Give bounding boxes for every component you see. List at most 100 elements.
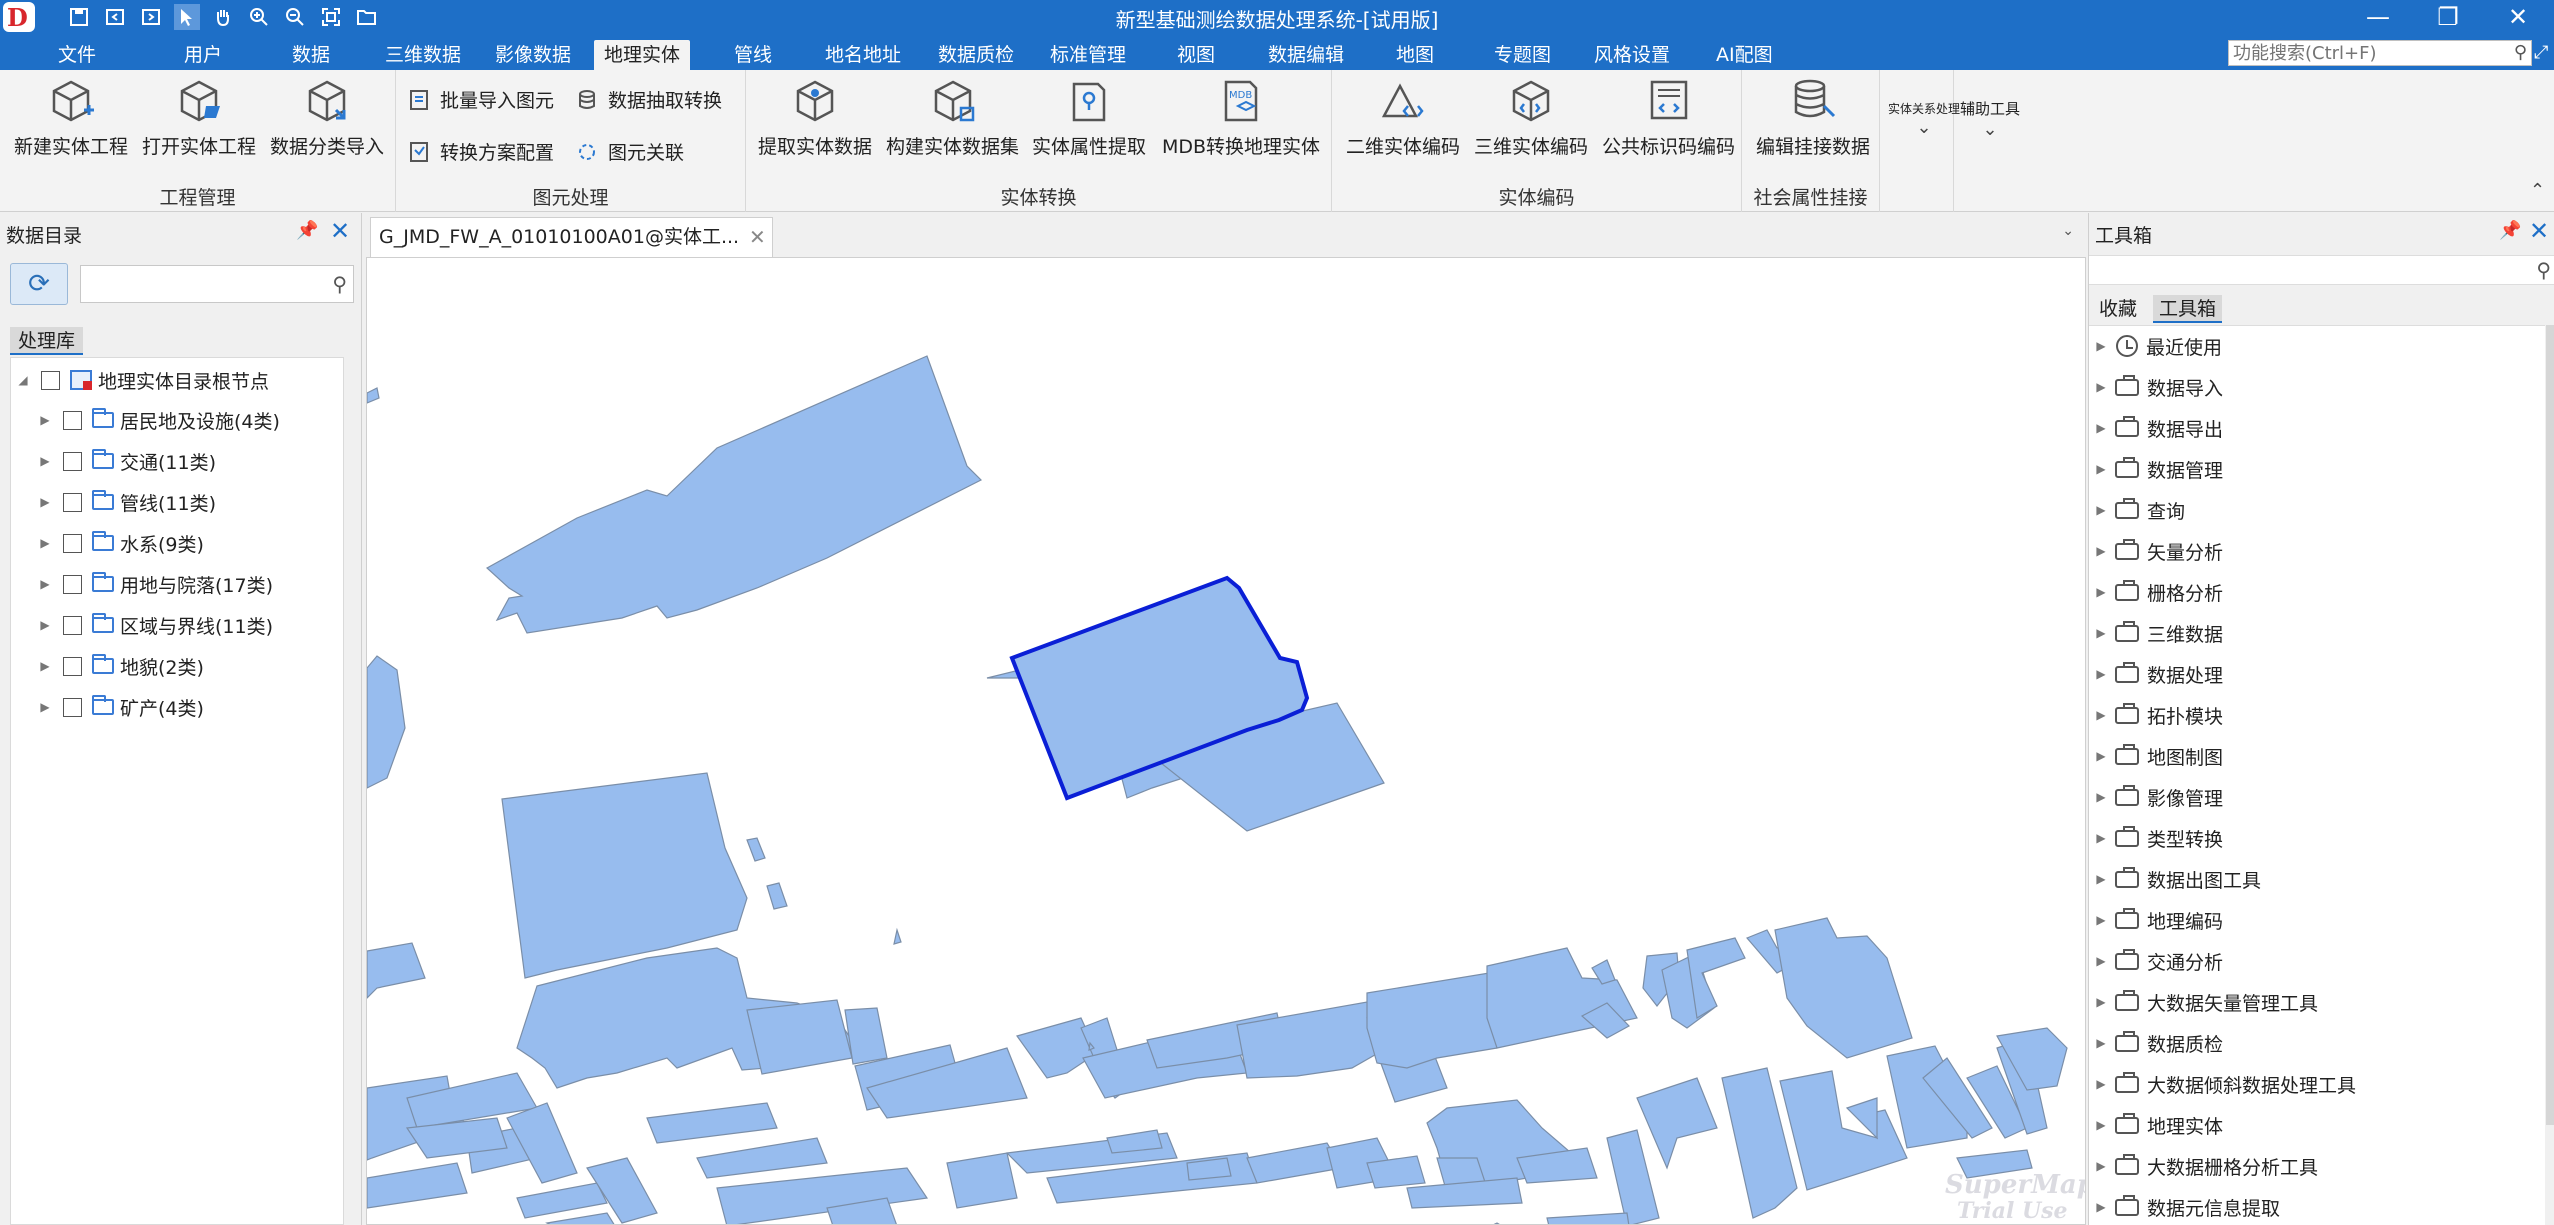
batch-import-button[interactable]: 批量导入图元 — [408, 86, 554, 113]
build-dataset-button[interactable]: 构建实体数据集 — [886, 76, 1019, 159]
checkbox[interactable] — [63, 533, 82, 553]
mdb-convert-button[interactable]: MDB MDB转换地理实体 — [1162, 76, 1320, 159]
toolbox-item[interactable]: ▶ 大数据矢量管理工具 — [2089, 982, 2318, 1022]
code-3d-button[interactable]: 三维实体编码 — [1474, 76, 1588, 159]
expand-arrow-icon[interactable]: ▶ — [2093, 1159, 2109, 1173]
toolbox-search-input[interactable]: ⚲ — [2089, 255, 2554, 285]
expand-arrow-icon[interactable]: ▶ — [2093, 790, 2109, 804]
expand-arrow-icon[interactable]: ◢ — [15, 373, 31, 387]
tab-toolbox[interactable]: 工具箱 — [2153, 295, 2223, 323]
document-tab[interactable]: G_JMD_FW_A_01010100A01@实体工... ✕ — [370, 217, 773, 257]
close-icon[interactable]: ✕ — [330, 217, 350, 245]
map-canvas[interactable]: SuperMap Trial Use — [366, 257, 2086, 1225]
search-icon[interactable]: ⚲ — [2536, 258, 2551, 282]
expand-arrow-icon[interactable]: ▶ — [2093, 995, 2109, 1009]
toolbox-item[interactable]: ▶ 最近使用 — [2089, 326, 2222, 366]
extract-entity-button[interactable]: 提取实体数据 — [758, 76, 872, 159]
expand-arrow-icon[interactable]: ▶ — [2093, 872, 2109, 886]
tab-file[interactable]: 文件 — [48, 40, 106, 70]
catalog-search-input[interactable]: ⚲ — [80, 265, 354, 303]
toolbox-scrollbar[interactable] — [2546, 325, 2554, 1125]
refresh-button[interactable]: ⟳ — [10, 263, 68, 305]
pin-icon[interactable]: 📌 — [2499, 220, 2521, 241]
toolbox-item[interactable]: ▶ 栅格分析 — [2089, 572, 2223, 612]
close-icon[interactable]: ✕ — [2529, 217, 2549, 245]
tree-item[interactable]: ▶ 交通(11类) — [37, 441, 216, 481]
tab-standard-mgmt[interactable]: 标准管理 — [1040, 40, 1136, 70]
expand-arrow-icon[interactable]: ▶ — [37, 536, 53, 550]
pin-icon[interactable]: 📌 — [296, 220, 318, 241]
expand-arrow-icon[interactable]: ▶ — [2093, 1200, 2109, 1214]
element-link-button[interactable]: 图元关联 — [576, 138, 684, 165]
tab-processing-library[interactable]: 处理库 — [10, 327, 84, 355]
expand-arrow-icon[interactable]: ▶ — [37, 618, 53, 632]
toolbox-item[interactable]: ▶ 交通分析 — [2089, 941, 2223, 981]
tab-quality-check[interactable]: 数据质检 — [928, 40, 1024, 70]
expand-arrow-icon[interactable]: ▶ — [2093, 421, 2109, 435]
expand-arrow-icon[interactable]: ▶ — [2093, 1077, 2109, 1091]
edit-attach-button[interactable]: 编辑挂接数据 — [1756, 76, 1870, 159]
toolbox-item[interactable]: ▶ 数据处理 — [2089, 654, 2223, 694]
expand-arrow-icon[interactable]: ▶ — [2093, 954, 2109, 968]
fullscreen-icon[interactable]: ⤢ — [2534, 42, 2548, 63]
tab-data[interactable]: 数据 — [282, 40, 340, 70]
tree-item[interactable]: ▶ 用地与院落(17类) — [37, 564, 273, 604]
tab-place-address[interactable]: 地名地址 — [815, 40, 911, 70]
toolbox-item[interactable]: ▶ 数据导入 — [2089, 367, 2223, 407]
tab-3d-data[interactable]: 三维数据 — [375, 40, 471, 70]
checkbox[interactable] — [63, 697, 82, 717]
expand-arrow-icon[interactable]: ▶ — [2093, 544, 2109, 558]
expand-arrow-icon[interactable]: ▶ — [2093, 708, 2109, 722]
open-project-button[interactable]: 打开实体工程 — [142, 76, 256, 159]
expand-arrow-icon[interactable]: ▶ — [2093, 585, 2109, 599]
toolbox-item[interactable]: ▶ 三维数据 — [2089, 613, 2223, 653]
tree-item[interactable]: ▶ 管线(11类) — [37, 482, 216, 522]
tab-thematic-map[interactable]: 专题图 — [1484, 40, 1561, 70]
toolbox-item[interactable]: ▶ 影像管理 — [2089, 777, 2223, 817]
relation-proc-button[interactable]: 实体关系处理 ⌄ — [1888, 100, 1960, 138]
toolbox-item[interactable]: ▶ 地图制图 — [2089, 736, 2223, 776]
toolbox-item[interactable]: ▶ 数据导出 — [2089, 408, 2223, 448]
tab-map[interactable]: 地图 — [1386, 40, 1444, 70]
checkbox[interactable] — [63, 656, 82, 676]
expand-arrow-icon[interactable]: ▶ — [2093, 380, 2109, 394]
toolbox-item[interactable]: ▶ 大数据栅格分析工具 — [2089, 1146, 2318, 1186]
expand-arrow-icon[interactable]: ▶ — [37, 700, 53, 714]
expand-arrow-icon[interactable]: ▶ — [2093, 339, 2109, 353]
function-search-input[interactable] — [2229, 41, 2499, 65]
expand-arrow-icon[interactable]: ▶ — [2093, 503, 2109, 517]
tab-view[interactable]: 视图 — [1167, 40, 1225, 70]
expand-arrow-icon[interactable]: ▶ — [2093, 749, 2109, 763]
attr-extract-button[interactable]: 实体属性提取 — [1032, 76, 1146, 159]
minimize-button[interactable]: — — [2348, 0, 2408, 34]
toolbox-item[interactable]: ▶ 矢量分析 — [2089, 531, 2223, 571]
tab-style-settings[interactable]: 风格设置 — [1584, 40, 1680, 70]
toolbox-item[interactable]: ▶ 数据元信息提取 — [2089, 1187, 2280, 1225]
expand-arrow-icon[interactable]: ▶ — [2093, 1036, 2109, 1050]
toolbox-item[interactable]: ▶ 地理编码 — [2089, 900, 2223, 940]
classify-import-button[interactable]: 数据分类导入 — [270, 76, 384, 159]
tab-data-edit[interactable]: 数据编辑 — [1258, 40, 1354, 70]
expand-arrow-icon[interactable]: ▶ — [2093, 831, 2109, 845]
checkbox[interactable] — [41, 370, 60, 390]
function-search[interactable]: ⚲ — [2228, 40, 2532, 66]
checkbox[interactable] — [63, 451, 82, 471]
tab-pipeline[interactable]: 管线 — [724, 40, 782, 70]
toolbox-item[interactable]: ▶ 地理实体 — [2089, 1105, 2223, 1145]
tree-item[interactable]: ▶ 矿产(4类) — [37, 687, 204, 727]
checkbox[interactable] — [63, 492, 82, 512]
tree-root[interactable]: ◢ 地理实体目录根节点 — [15, 360, 269, 400]
toolbox-item[interactable]: ▶ 大数据倾斜数据处理工具 — [2089, 1064, 2356, 1104]
toolbox-item[interactable]: ▶ 拓扑模块 — [2089, 695, 2223, 735]
tab-favorites[interactable]: 收藏 — [2093, 295, 2143, 323]
tab-user[interactable]: 用户 — [174, 40, 232, 70]
tab-ai-mapping[interactable]: AI配图 — [1706, 40, 1783, 70]
close-button[interactable]: ✕ — [2488, 0, 2548, 34]
checkbox[interactable] — [63, 615, 82, 635]
toolbox-item[interactable]: ▶ 数据管理 — [2089, 449, 2223, 489]
toolbox-item[interactable]: ▶ 类型转换 — [2089, 818, 2223, 858]
expand-arrow-icon[interactable]: ▶ — [2093, 462, 2109, 476]
expand-arrow-icon[interactable]: ▶ — [37, 659, 53, 673]
checkbox[interactable] — [63, 574, 82, 594]
expand-arrow-icon[interactable]: ▶ — [2093, 913, 2109, 927]
